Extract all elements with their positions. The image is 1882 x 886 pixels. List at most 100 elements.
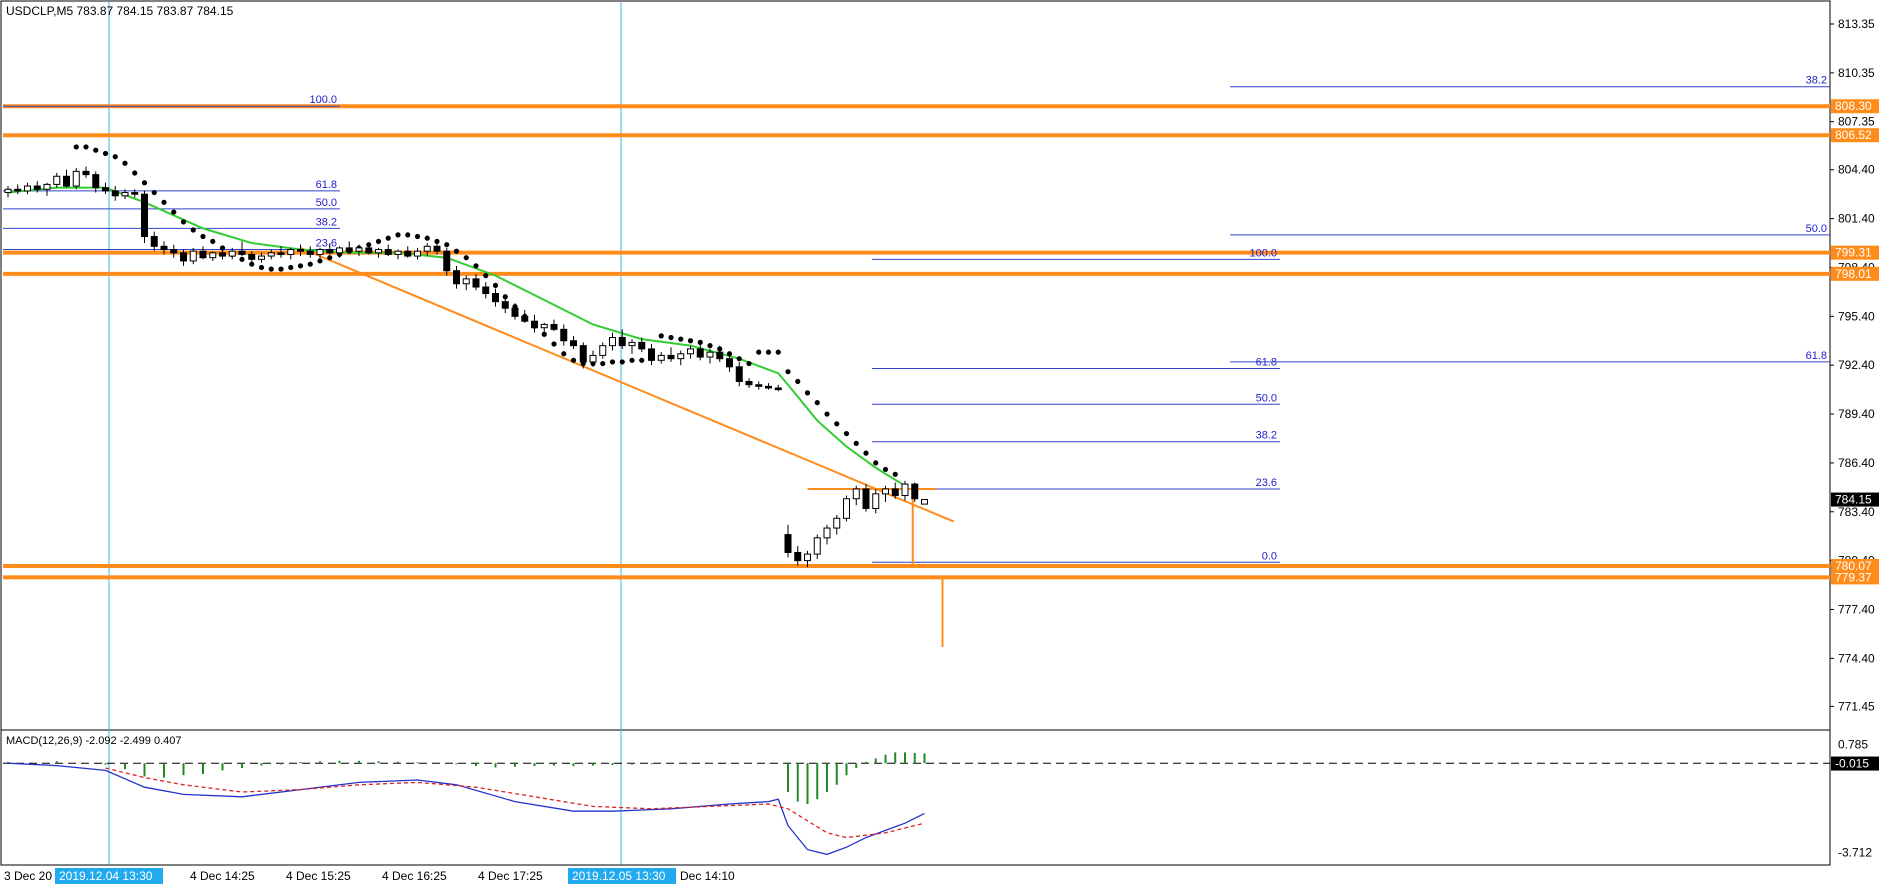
candle-body [648, 348, 655, 361]
candle-body [696, 348, 704, 358]
candle-body [706, 351, 714, 358]
candle-body [4, 188, 12, 194]
trendlines [300, 247, 955, 647]
candle-body [901, 483, 909, 496]
candle-body [375, 249, 382, 254]
candle-body [248, 253, 256, 260]
sar-dot [288, 264, 294, 271]
candle-body [238, 250, 246, 255]
sar-dot [83, 144, 89, 150]
main-chart-frame [0, 0, 1831, 731]
candle-body [784, 534, 792, 553]
candle [550, 319, 558, 331]
candle-body [287, 249, 295, 255]
sar-dot [551, 341, 557, 347]
candle [375, 247, 382, 258]
candle [384, 244, 392, 257]
macd-current-label: -0.015 [1835, 757, 1869, 771]
sar-dot [824, 411, 830, 417]
candle-body [628, 341, 636, 347]
candle [92, 171, 100, 193]
price-tick-label: 774.40 [1838, 651, 1875, 665]
candle-body [394, 250, 402, 255]
sar-dot [707, 343, 713, 349]
sar-dot [258, 264, 265, 271]
candle [72, 168, 80, 190]
candle-body [131, 192, 139, 195]
fib-level-label: 100.0 [1249, 247, 1277, 259]
candle [453, 265, 460, 289]
candle-body [306, 250, 314, 255]
sar-dot [210, 238, 216, 245]
candle-body [589, 354, 597, 363]
candle-body [823, 527, 831, 539]
sar-dot [658, 333, 664, 339]
sar-dot [385, 235, 391, 241]
candle-body [102, 187, 109, 192]
sar-dot [102, 150, 109, 157]
candle-body [618, 336, 626, 347]
sar-dot [190, 227, 196, 233]
sar-dot [424, 235, 430, 241]
macd-signal-line [105, 767, 925, 839]
time-label: 3 Dec 20 [4, 869, 52, 883]
candle-body [33, 185, 41, 190]
time-axis: 3 Dec 20 4 Dec 14:25 4 Dec 15:25 4 Dec 16:2… [4, 868, 735, 884]
candle-body [384, 249, 392, 255]
chart-canvas[interactable]: 100.0 61.8 50.0 38.2 23.6 100.0 61.8 50.0 38.2 23… [0, 0, 1882, 886]
sar-dot [678, 336, 684, 342]
candle-body [141, 193, 148, 238]
sar-dot [785, 369, 791, 375]
fib-level-label: 38.2 [1256, 430, 1277, 442]
trendline [300, 247, 955, 523]
candle [677, 350, 685, 366]
candle [150, 231, 158, 252]
candle [774, 384, 782, 392]
candle [765, 383, 772, 390]
sar-dot [834, 421, 840, 427]
sar-dot [180, 219, 187, 225]
sar-dot [619, 359, 625, 365]
candle-body [579, 345, 587, 363]
candle [170, 244, 178, 258]
candle [531, 314, 538, 333]
candle-body [462, 278, 470, 285]
price-tick-label: 771.45 [1838, 699, 1875, 713]
candle-body [560, 328, 568, 342]
parabolic-sar [73, 144, 898, 477]
candle-body [687, 348, 694, 355]
candle [316, 247, 324, 261]
candle [745, 378, 753, 388]
candle-body [570, 340, 577, 347]
fib-level-label: 50.0 [1256, 392, 1277, 404]
candle [755, 381, 763, 390]
candle [404, 246, 412, 258]
price-tick-label: 804.40 [1838, 163, 1875, 177]
candle-body [316, 249, 324, 255]
candle-body [160, 245, 168, 251]
candle [501, 296, 509, 314]
candle-body [813, 537, 821, 555]
candle [872, 488, 880, 514]
sar-dot [473, 263, 479, 269]
candle [414, 247, 421, 260]
candle [238, 241, 246, 257]
fib-level-label: 23.6 [316, 238, 337, 250]
sar-dot [843, 430, 850, 437]
time-label: 4 Dec 15:25 [286, 869, 351, 883]
candle [628, 339, 636, 354]
candle-body [170, 249, 178, 254]
candle-body [540, 323, 548, 329]
candle-body [111, 190, 119, 197]
sar-dot [814, 400, 820, 406]
candles[interactable] [4, 166, 928, 568]
candle-body [72, 170, 80, 187]
sar-dot [639, 357, 645, 363]
price-tick-label: 807.35 [1838, 115, 1875, 129]
time-label: 4 Dec 14:25 [190, 869, 255, 883]
candle [336, 246, 343, 258]
price-tick-label: 810.35 [1838, 66, 1875, 80]
price-tick-label: 801.40 [1838, 212, 1875, 226]
sar-dot [278, 266, 284, 272]
candle [687, 345, 694, 359]
